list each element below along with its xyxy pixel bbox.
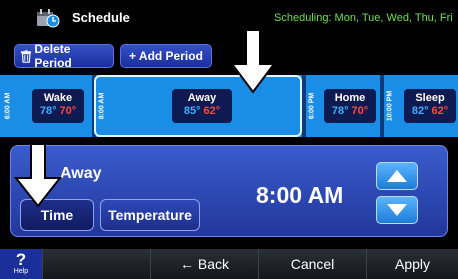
cancel-button[interactable]: Cancel: [258, 249, 366, 279]
delete-period-button[interactable]: Delete Period: [14, 42, 114, 70]
back-label: ← Back: [179, 256, 229, 272]
page-title: Schedule: [72, 10, 130, 25]
help-icon: ?: [15, 250, 27, 269]
arrow-up-icon: [387, 170, 407, 182]
back-button[interactable]: ← Back: [150, 249, 258, 279]
period-temps: 78° 70°: [39, 105, 77, 117]
annotation-arrow-down-icon: [13, 143, 63, 208]
period-card-home[interactable]: Home 78° 70°: [324, 89, 376, 123]
decrease-time-button[interactable]: [376, 196, 418, 224]
annotation-arrow-down-icon: [230, 29, 276, 94]
add-period-label: + Add Period: [129, 49, 203, 63]
apply-button[interactable]: Apply: [366, 249, 458, 279]
scheduling-days-text: Scheduling: Mon, Tue, Wed, Thu, Fri: [274, 12, 453, 24]
period-temps: 78° 70°: [331, 105, 369, 117]
trash-icon: [21, 49, 32, 63]
tab-temperature[interactable]: Temperature: [100, 199, 200, 231]
schedule-clock-icon: [37, 9, 60, 28]
period-start-time: 6:00 PM: [308, 92, 316, 120]
tab-temperature-label: Temperature: [108, 207, 192, 223]
period-card-sleep[interactable]: Sleep 82° 62°: [404, 89, 456, 123]
period-start-time: 10:00 PM: [386, 90, 394, 122]
help-label: Help: [13, 268, 29, 275]
schedule-screen: Schedule Scheduling: Mon, Tue, Wed, Thu,…: [0, 0, 458, 279]
period-temps: 82° 62°: [411, 105, 449, 117]
period-name: Wake: [43, 92, 73, 104]
arrow-down-icon: [387, 204, 407, 216]
period-name: Home: [334, 92, 366, 104]
editor-period-name: Away: [60, 165, 102, 182]
period-name: Sleep: [415, 92, 445, 104]
add-period-button[interactable]: + Add Period: [120, 44, 212, 68]
period-start-time: 6:00 AM: [4, 92, 12, 120]
apply-label: Apply: [394, 256, 431, 272]
tab-time-label: Time: [40, 207, 74, 223]
cancel-label: Cancel: [290, 256, 335, 272]
help-button[interactable]: ? Help: [0, 249, 42, 279]
increase-time-button[interactable]: [376, 162, 418, 190]
bottom-bar-empty-cell: [42, 249, 150, 279]
delete-period-label: Delete Period: [34, 42, 72, 70]
period-card-wake[interactable]: Wake 78° 70°: [32, 89, 84, 123]
time-value-display: 8:00 AM: [256, 182, 344, 208]
